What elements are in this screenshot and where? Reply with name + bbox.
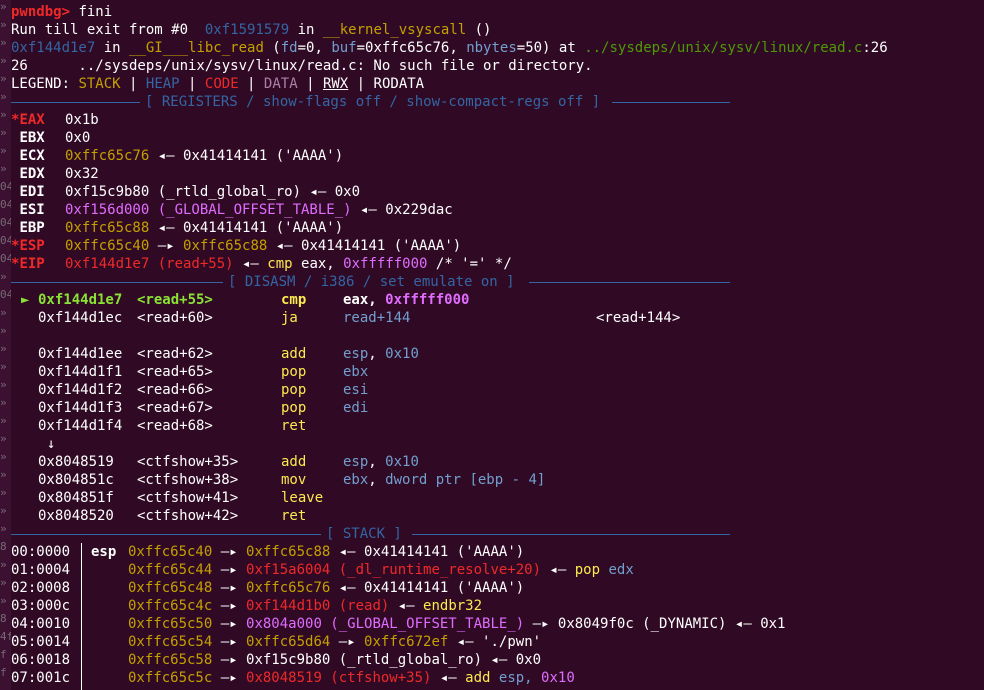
disasm-header: [ DISASM / i386 / set emulate on ]	[228, 274, 515, 290]
legend-stack: STACK	[78, 76, 121, 92]
legend-data: DATA	[263, 76, 298, 92]
legend-rodata: RODATA	[373, 76, 425, 92]
rule-left	[11, 282, 223, 283]
command-text: fini	[78, 4, 113, 20]
rule-right	[412, 534, 730, 535]
error-line: 26 ../sysdeps/unix/sysv/linux/read.c: No…	[11, 58, 593, 74]
reg-esp: *ESP 0xffc65c40 —▸ 0xffc65c88 ◂— 0x414141…	[11, 238, 462, 254]
frame-address: 0xf144d1e7	[11, 40, 96, 56]
run-till-line: Run till exit from #0 0xf1591579 in __ke…	[11, 22, 492, 38]
rule-left	[11, 534, 321, 535]
frame-function: __GI___libc_read	[129, 40, 264, 56]
reg-edi: EDI 0xf15c9b80 (_rtld_global_ro) ◂— 0x0	[19, 184, 361, 200]
stack-offset-divider	[81, 543, 82, 690]
reg-ebp: EBP 0xffc65c88 ◂— 0x41414141 ('AAAA')	[19, 220, 344, 236]
source-path: ../sysdeps/unix/sysv/linux/read.c	[584, 40, 863, 56]
legend-line: LEGEND: STACK | HEAP | CODE | DATA | RWX…	[11, 76, 425, 92]
reg-eax: *EAX 0x1b	[11, 112, 99, 128]
left-gutter: »»»»» »»»»» 04 04 04 04 04 » 04»»» »»»»» »»»»…	[0, 0, 11, 690]
frame0-address: 0xf1591579	[204, 22, 290, 38]
reg-ecx: ECX 0xffc65c76 ◂— 0x41414141 ('AAAA')	[19, 148, 344, 164]
reg-edx: EDX 0x32	[19, 166, 99, 182]
reg-esi: ESI 0xf156d000 (_GLOBAL_OFFSET_TABLE_) ◂—…	[19, 202, 453, 218]
legend-code: CODE	[204, 76, 239, 92]
prompt: pwndbg>	[11, 4, 71, 20]
reg-eip: *EIP 0xf144d1e7 (read+55) ◂— cmp eax, 0xf…	[11, 256, 512, 272]
command-line[interactable]: pwndbg> fini	[11, 3, 112, 21]
rule-right	[529, 282, 730, 283]
legend-rwx: RWX	[322, 76, 349, 92]
frame0-function: __kernel_vsyscall	[322, 22, 467, 38]
reg-ebx: EBX 0x0	[19, 130, 91, 146]
registers-header: [ REGISTERS / show-flags off / show-comp…	[145, 94, 601, 110]
frame-line: 0xf144d1e7 in __GI___libc_read (fd=0, bu…	[11, 40, 888, 56]
rule-right	[612, 102, 730, 103]
stack-header: [ STACK ]	[326, 526, 402, 542]
legend-heap: HEAP	[145, 76, 180, 92]
current-instruction-marker: ►	[21, 292, 30, 308]
rule-left	[11, 102, 140, 103]
